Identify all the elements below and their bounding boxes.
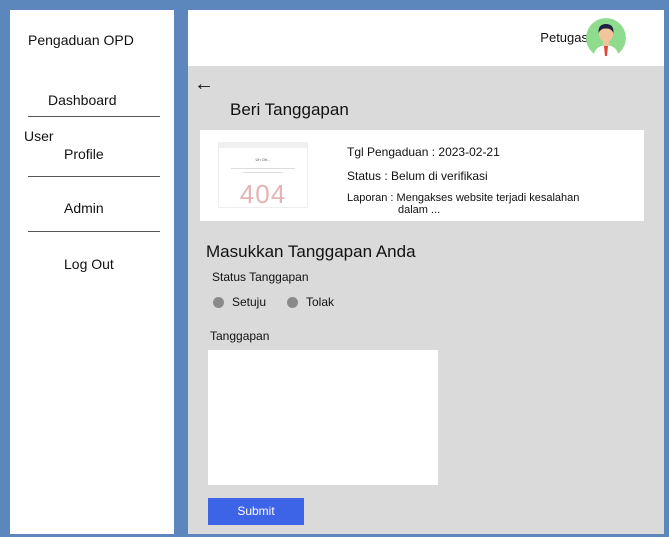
response-textarea[interactable] [208,350,438,485]
radio-tolak[interactable]: Tolak [287,295,334,309]
radio-circle-icon [287,296,298,308]
thumbnail-heading: Uh Oh... [255,157,271,162]
nav-divider [28,116,160,117]
top-bar: Petugas [188,10,664,66]
nav-divider [28,176,160,177]
radio-setuju-label: Setuju [232,295,267,309]
thumbnail-browser-bar [219,143,307,148]
radio-setuju[interactable]: Setuju [213,295,266,309]
radio-circle-icon [213,296,224,308]
complaint-report-continued: dalam ... [398,204,441,216]
status-response-label: Status Tanggapan [212,270,309,284]
thumbnail-text-line [243,172,283,173]
radio-tolak-label: Tolak [306,295,335,309]
sidebar: Pengaduan OPD Dashboard User Profile Adm… [10,10,174,534]
thumbnail-text-line [231,168,295,169]
main-content: ← Beri Tanggapan Uh Oh... 404 Tgl Pengad… [188,66,664,534]
nav-admin[interactable]: Admin [64,200,104,216]
complaint-thumbnail[interactable]: Uh Oh... 404 [218,142,308,209]
nav-user-profile-line1: User [24,128,54,144]
user-avatar-icon [586,18,626,58]
nav-dashboard[interactable]: Dashboard [48,92,117,108]
complaint-report: Laporan : Mengakses website terjadi kesa… [347,192,580,204]
user-role: Petugas [540,30,588,45]
page-title: Beri Tanggapan [230,100,349,119]
submit-button[interactable]: Submit [208,498,304,525]
nav-divider [28,231,160,232]
app-title: Pengaduan OPD [28,32,134,48]
complaint-status: Status : Belum di verifikasi [347,169,488,183]
nav-user-profile-line2: Profile [64,146,104,162]
complaint-card: Uh Oh... 404 Tgl Pengaduan : 2023-02-21 … [200,130,644,221]
nav-logout[interactable]: Log Out [64,256,114,272]
nav-user-profile[interactable]: User Profile [24,128,104,162]
complaint-date: Tgl Pengaduan : 2023-02-21 [347,145,500,159]
avatar[interactable] [586,18,626,58]
response-label: Tanggapan [210,329,270,343]
form-section-title: Masukkan Tanggapan Anda [206,242,416,261]
thumbnail-error-code: 404 [239,179,287,209]
back-arrow-icon[interactable]: ← [194,74,214,94]
